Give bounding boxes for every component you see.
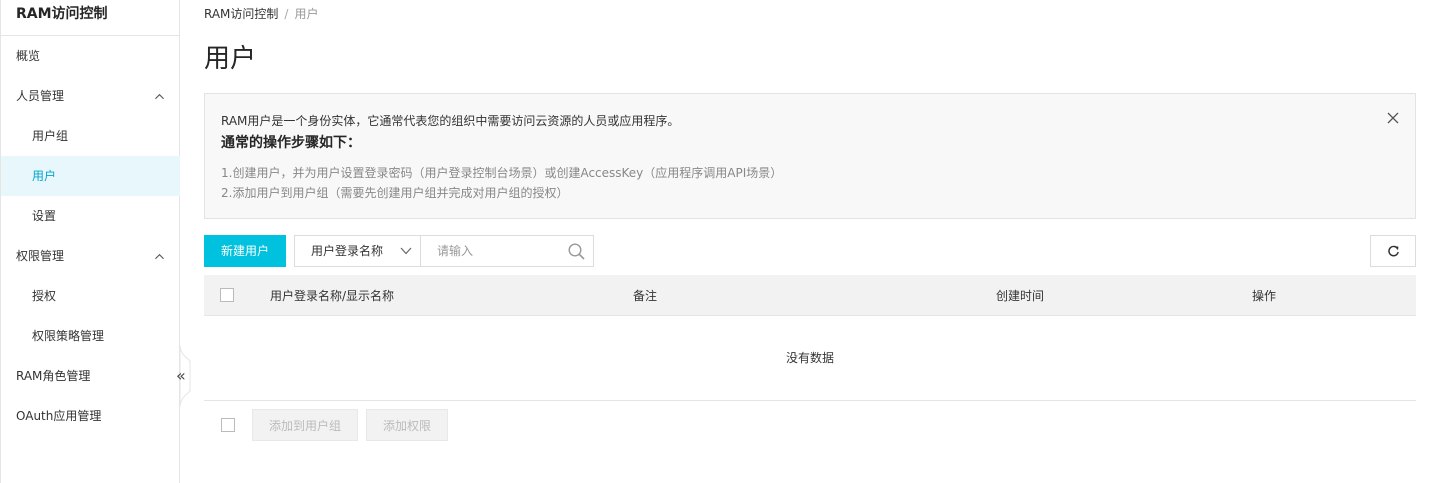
add-permission-button[interactable]: 添加权限 — [366, 409, 448, 441]
sidebar-item-label: 用户 — [32, 169, 57, 183]
search-input[interactable] — [437, 242, 557, 260]
search-field-select[interactable]: 用户登录名称 — [294, 235, 421, 267]
sidebar-item-oauth-apps[interactable]: OAuth应用管理 — [1, 396, 180, 436]
table-footer-divider — [204, 400, 1416, 401]
select-all-checkbox[interactable] — [220, 288, 234, 302]
chevron-down-icon — [400, 247, 412, 255]
breadcrumb-separator: / — [284, 7, 289, 21]
sidebar-item-label: 权限策略管理 — [32, 329, 105, 343]
table-header: 用户登录名称/显示名称 备注 创建时间 操作 — [204, 275, 1416, 316]
sidebar-item-ram-roles[interactable]: RAM角色管理 — [1, 356, 180, 396]
footer-select-all-checkbox[interactable] — [221, 418, 235, 432]
sidebar-item-label: 人员管理 — [16, 89, 65, 103]
sidebar-item-label: 设置 — [32, 209, 57, 223]
sidebar-item-people-management[interactable]: 人员管理 — [1, 76, 180, 116]
breadcrumb-root[interactable]: RAM访问控制 — [204, 7, 278, 21]
sidebar-item-label: RAM角色管理 — [16, 369, 91, 383]
new-user-button[interactable]: 新建用户 — [204, 235, 286, 267]
breadcrumb-current: 用户 — [294, 7, 319, 21]
add-to-group-button[interactable]: 添加到用户组 — [252, 409, 358, 441]
column-header-created-time[interactable]: 创建时间 — [996, 287, 1044, 304]
search-icon[interactable] — [568, 243, 585, 260]
sidebar: RAM访问控制 概览 人员管理 用户组 用户 设置 权限管理 授权 权限策略管理… — [0, 0, 180, 483]
sidebar-item-label: 授权 — [32, 289, 57, 303]
column-header-remark: 备注 — [633, 289, 658, 303]
notice-heading: 通常的操作步骤如下： — [221, 135, 361, 151]
select-value: 用户登录名称 — [311, 244, 384, 258]
notice-step: 1.创建用户，并为用户设置登录密码（用户登录控制台场景）或创建AccessKey… — [221, 166, 783, 180]
table-empty-message: 没有数据 — [785, 351, 834, 365]
sidebar-item-settings[interactable]: 设置 — [1, 196, 180, 236]
sidebar-item-label: 权限管理 — [16, 249, 65, 263]
sidebar-item-label: 用户组 — [32, 129, 69, 143]
chevron-up-icon — [155, 253, 164, 260]
chevron-up-icon — [155, 93, 164, 100]
info-notice: RAM用户是一个身份实体，它通常代表您的组织中需要访问云资源的人员或应用程序。 … — [204, 93, 1416, 219]
close-icon[interactable] — [1387, 112, 1399, 124]
notice-description: RAM用户是一个身份实体，它通常代表您的组织中需要访问云资源的人员或应用程序。 — [221, 114, 680, 128]
page-title: 用户 — [204, 44, 257, 74]
column-header-actions: 操作 — [1252, 289, 1277, 303]
double-chevron-left-icon[interactable]: « — [176, 366, 186, 385]
sidebar-item-users[interactable]: 用户 — [1, 156, 180, 196]
sidebar-item-grants[interactable]: 授权 — [1, 276, 180, 316]
search-box — [420, 235, 594, 267]
sidebar-item-user-groups[interactable]: 用户组 — [1, 116, 180, 156]
sidebar-item-policy-management[interactable]: 权限策略管理 — [1, 316, 180, 356]
app-root: RAM访问控制 概览 人员管理 用户组 用户 设置 权限管理 授权 权限策略管理… — [0, 0, 1433, 483]
breadcrumb: RAM访问控制 / 用户 — [204, 5, 318, 22]
notice-step: 2.添加用户到用户组（需要先创建用户组并完成对用户组的授权） — [221, 186, 569, 200]
refresh-icon — [1388, 245, 1399, 257]
sidebar-item-permission-management[interactable]: 权限管理 — [1, 236, 180, 276]
sidebar-item-overview[interactable]: 概览 — [1, 36, 180, 76]
column-header-username[interactable]: 用户登录名称/显示名称 — [270, 287, 394, 304]
sidebar-title: RAM访问控制 — [1, 0, 179, 36]
sidebar-item-label: OAuth应用管理 — [16, 409, 102, 423]
refresh-button[interactable] — [1370, 235, 1416, 267]
sidebar-item-label: 概览 — [16, 49, 41, 63]
